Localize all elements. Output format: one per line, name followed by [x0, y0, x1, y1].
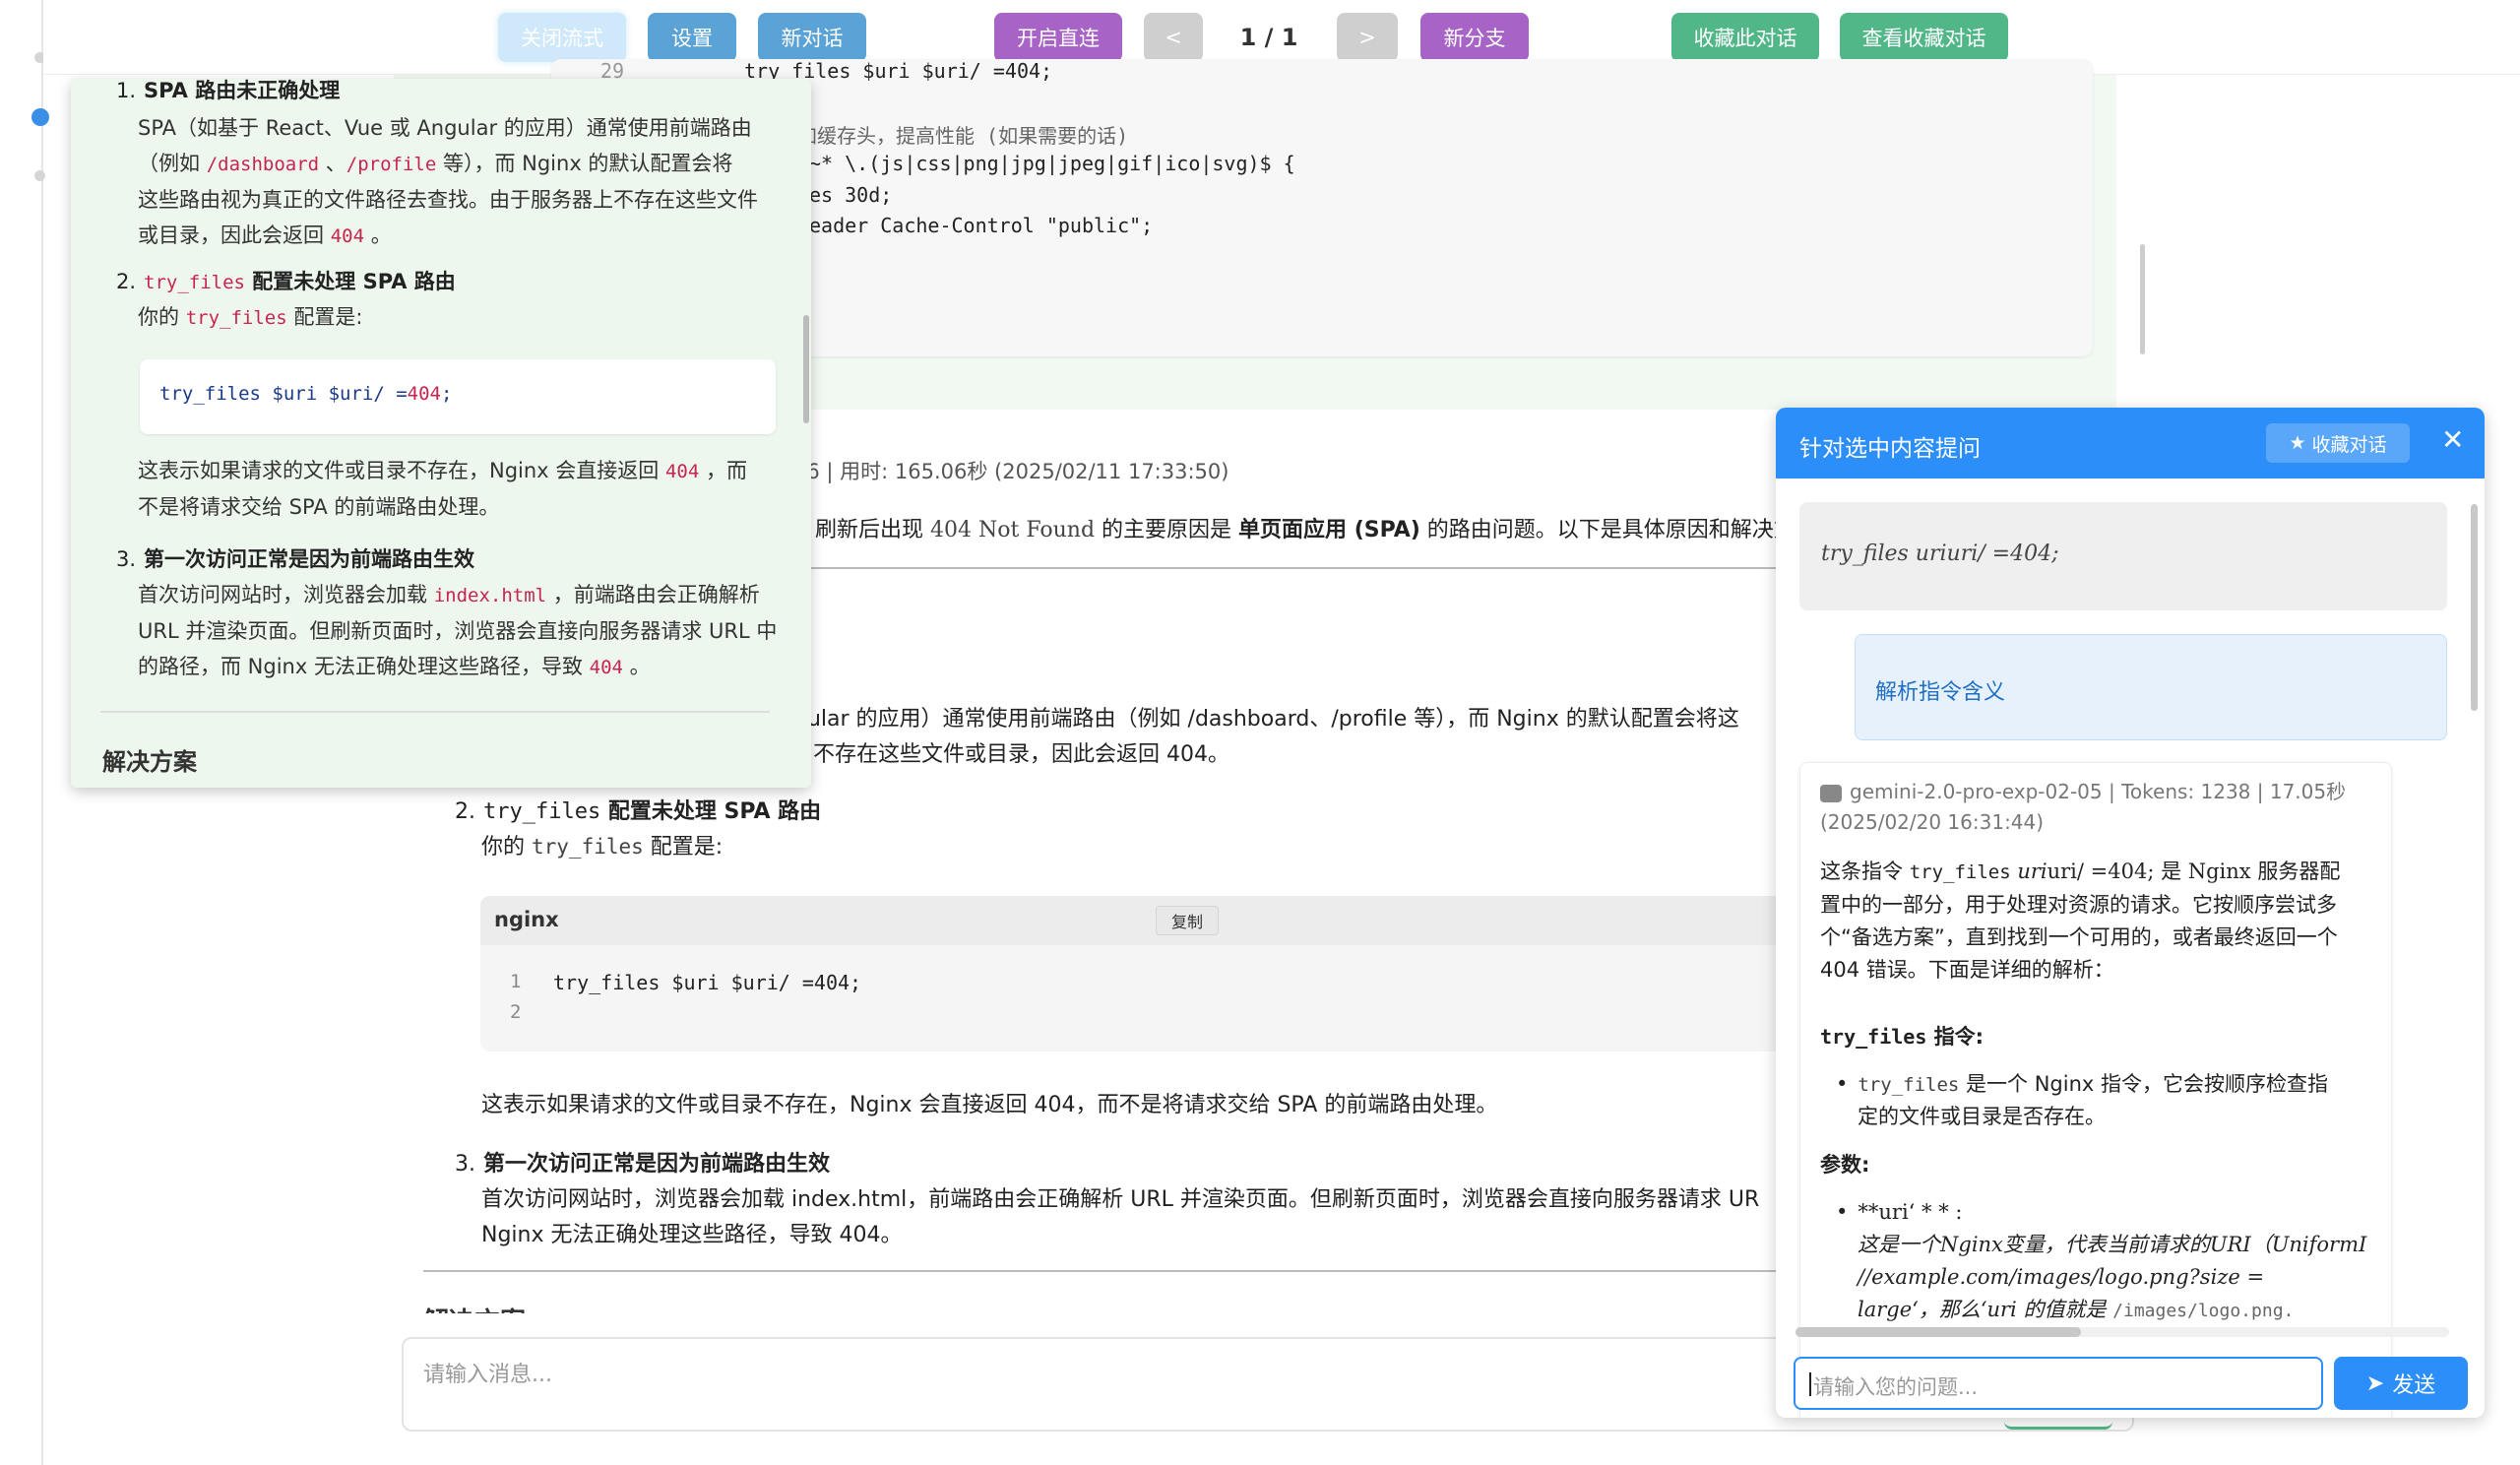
- left-rail: [0, 0, 43, 1465]
- code-line-number-2: 2: [510, 1001, 522, 1023]
- direct-connect-button[interactable]: 开启直连: [994, 13, 1122, 62]
- message-item1-line1: gular 的应用）通常使用前端路由（例如 /dashboard、/profil…: [793, 707, 1739, 732]
- panel-quote-text: try_files uriuri/ =404;: [1821, 541, 2059, 566]
- popup-item2-title: 2. try_files 配置未处理 SPA 路由: [116, 270, 456, 293]
- top-code-line-3: 加缓存头，提高性能 (如果需要的话): [797, 124, 1129, 148]
- settings-button[interactable]: 设置: [648, 13, 736, 62]
- popup-solution-heading: 解决方案: [102, 748, 197, 776]
- new-chat-button[interactable]: 新对话: [758, 13, 866, 62]
- panel-title: 针对选中内容提问: [1799, 436, 1981, 462]
- code-line-1: try_files $uri $uri/ =404;: [553, 971, 862, 994]
- message-item2-title: 2. try_files 配置未处理 SPA 路由: [455, 799, 822, 824]
- message-item3-line2: Nginx 无法正确处理这些路径，导致 404。: [481, 1223, 903, 1247]
- popup-item1-title: 1. SPA 路由未正确处理: [116, 79, 341, 102]
- message-item1-line2: 不存在这些文件或目录，因此会返回 404。: [813, 742, 1229, 767]
- new-branch-button[interactable]: 新分支: [1420, 13, 1529, 62]
- message-item3-title: 3. 第一次访问正常是因为前端路由生效: [455, 1152, 831, 1177]
- copy-code-button[interactable]: 复制: [1156, 906, 1219, 935]
- popup-item3-title: 3. 第一次访问正常是因为前端路由生效: [116, 547, 475, 571]
- prev-page-button[interactable]: <: [1144, 13, 1203, 62]
- top-code-line-5: es 30d;: [809, 183, 893, 207]
- rail-dot-active[interactable]: [32, 108, 49, 126]
- paper-plane-icon: ➤: [2365, 1370, 2385, 1396]
- robot-icon: [1820, 784, 1842, 802]
- panel-quote: try_files uriuri/ =404;: [1799, 502, 2447, 610]
- popup-item1-body: SPA（如基于 React、Vue 或 Angular 的应用）通常使用前端路由…: [138, 116, 758, 247]
- answer-heading-1: try_files 指令:: [1820, 1025, 1984, 1049]
- app-root: 关闭流式 设置 新对话 开启直连 < 1 / 1 > 新分支 收藏此对话 查看收…: [0, 0, 2520, 1465]
- message-meta: 06 | 用时: 165.06秒 (2025/02/11 17:33:50): [793, 460, 1229, 483]
- page-scrollbar-thumb[interactable]: [2140, 244, 2145, 354]
- page-indicator: 1 / 1: [1239, 24, 1298, 51]
- popup-item2-after: 这表示如果请求的文件或目录不存在，Nginx 会直接返回 404 ，而 不是将请…: [138, 459, 747, 519]
- selection-popup: 1. SPA 路由未正确处理 SPA（如基于 React、Vue 或 Angula…: [71, 79, 811, 788]
- message-next-heading: 解决方案: [423, 1302, 526, 1313]
- answer-list-item-1: • try_files 是一个 Nginx 指令，它会按顺序检查指 定的文件或目录…: [1836, 1072, 2328, 1128]
- next-page-button[interactable]: >: [1337, 13, 1398, 62]
- rail-dot-2[interactable]: [34, 170, 45, 181]
- message-item2-sub: 你的 try_files 配置是:: [481, 835, 724, 860]
- side-ask-panel: 针对选中内容提问 ★ 收藏对话 ✕ try_files uriuri/ =404;…: [1776, 408, 2485, 1418]
- panel-close-icon[interactable]: ✕: [2441, 423, 2464, 456]
- answer-paragraph: 这条指令 try_files uriuri/ =404; 是 Nginx 服务器…: [1820, 860, 2341, 982]
- code-language-label: nginx: [494, 908, 559, 931]
- popup-item3-body: 首次访问网站时，浏览器会加载 index.html ，前端路由会正确解析 URL…: [138, 583, 778, 678]
- code-line-number-1: 1: [510, 971, 522, 992]
- popup-code-block: try_files $uri $uri/ =404;: [140, 359, 776, 434]
- panel-vscrollbar-thumb[interactable]: [2471, 504, 2478, 711]
- answer-meta: gemini-2.0-pro-exp-02-05 | Tokens: 1238 …: [1820, 780, 2347, 834]
- answer-heading-2: 参数:: [1820, 1153, 1870, 1177]
- panel-send-button[interactable]: ➤ 发送: [2334, 1357, 2468, 1410]
- popup-item2-sub: 你的 try_files 配置是:: [138, 305, 363, 329]
- message-item3-line1: 首次访问网站时，浏览器会加载 index.html，前端路由会正确解析 URL …: [481, 1187, 1760, 1212]
- panel-input-caret: [1809, 1372, 1811, 1396]
- popup-divider: [100, 711, 770, 713]
- panel-hscrollbar-thumb[interactable]: [1796, 1327, 2081, 1337]
- panel-hscrollbar[interactable]: [1796, 1327, 2449, 1337]
- top-code-line-6: eader Cache-Control "public";: [809, 214, 1154, 237]
- panel-question-input[interactable]: 请输入您的问题...: [1794, 1357, 2323, 1410]
- popup-code-line: try_files $uri $uri/ =404;: [159, 383, 453, 405]
- top-code-line-4: ~* \.(js|css|png|jpg|jpeg|gif|ico|svg)$ …: [809, 152, 1295, 175]
- message-intro: 刷新后出现 404 Not Found 的主要原因是 单页面应用 (SPA) 的…: [815, 518, 1796, 542]
- panel-input-placeholder: 请输入您的问题...: [1813, 1375, 1979, 1399]
- bookmark-chat-button[interactable]: 收藏此对话: [1671, 13, 1819, 62]
- star-icon: ★: [2289, 432, 2306, 454]
- answer-list-item-2: • **uri‘ * * : 这是一个Nginx变量，代表当前请求的URI（Uni…: [1836, 1200, 2367, 1321]
- panel-question-text: 解析指令含义: [1875, 680, 2006, 705]
- panel-answer: gemini-2.0-pro-exp-02-05 | Tokens: 1238 …: [1799, 762, 2392, 1418]
- popup-scrollbar-thumb[interactable]: [803, 315, 809, 423]
- close-stream-button[interactable]: 关闭流式: [498, 13, 626, 62]
- panel-bookmark-button[interactable]: ★ 收藏对话: [2266, 423, 2410, 463]
- message-item2-after: 这表示如果请求的文件或目录不存在，Nginx 会直接返回 404，而不是将请求交…: [481, 1093, 1498, 1117]
- panel-user-question: 解析指令含义: [1855, 634, 2447, 740]
- chat-input-placeholder: 请输入消息...: [423, 1363, 552, 1387]
- view-bookmarks-button[interactable]: 查看收藏对话: [1840, 13, 2008, 62]
